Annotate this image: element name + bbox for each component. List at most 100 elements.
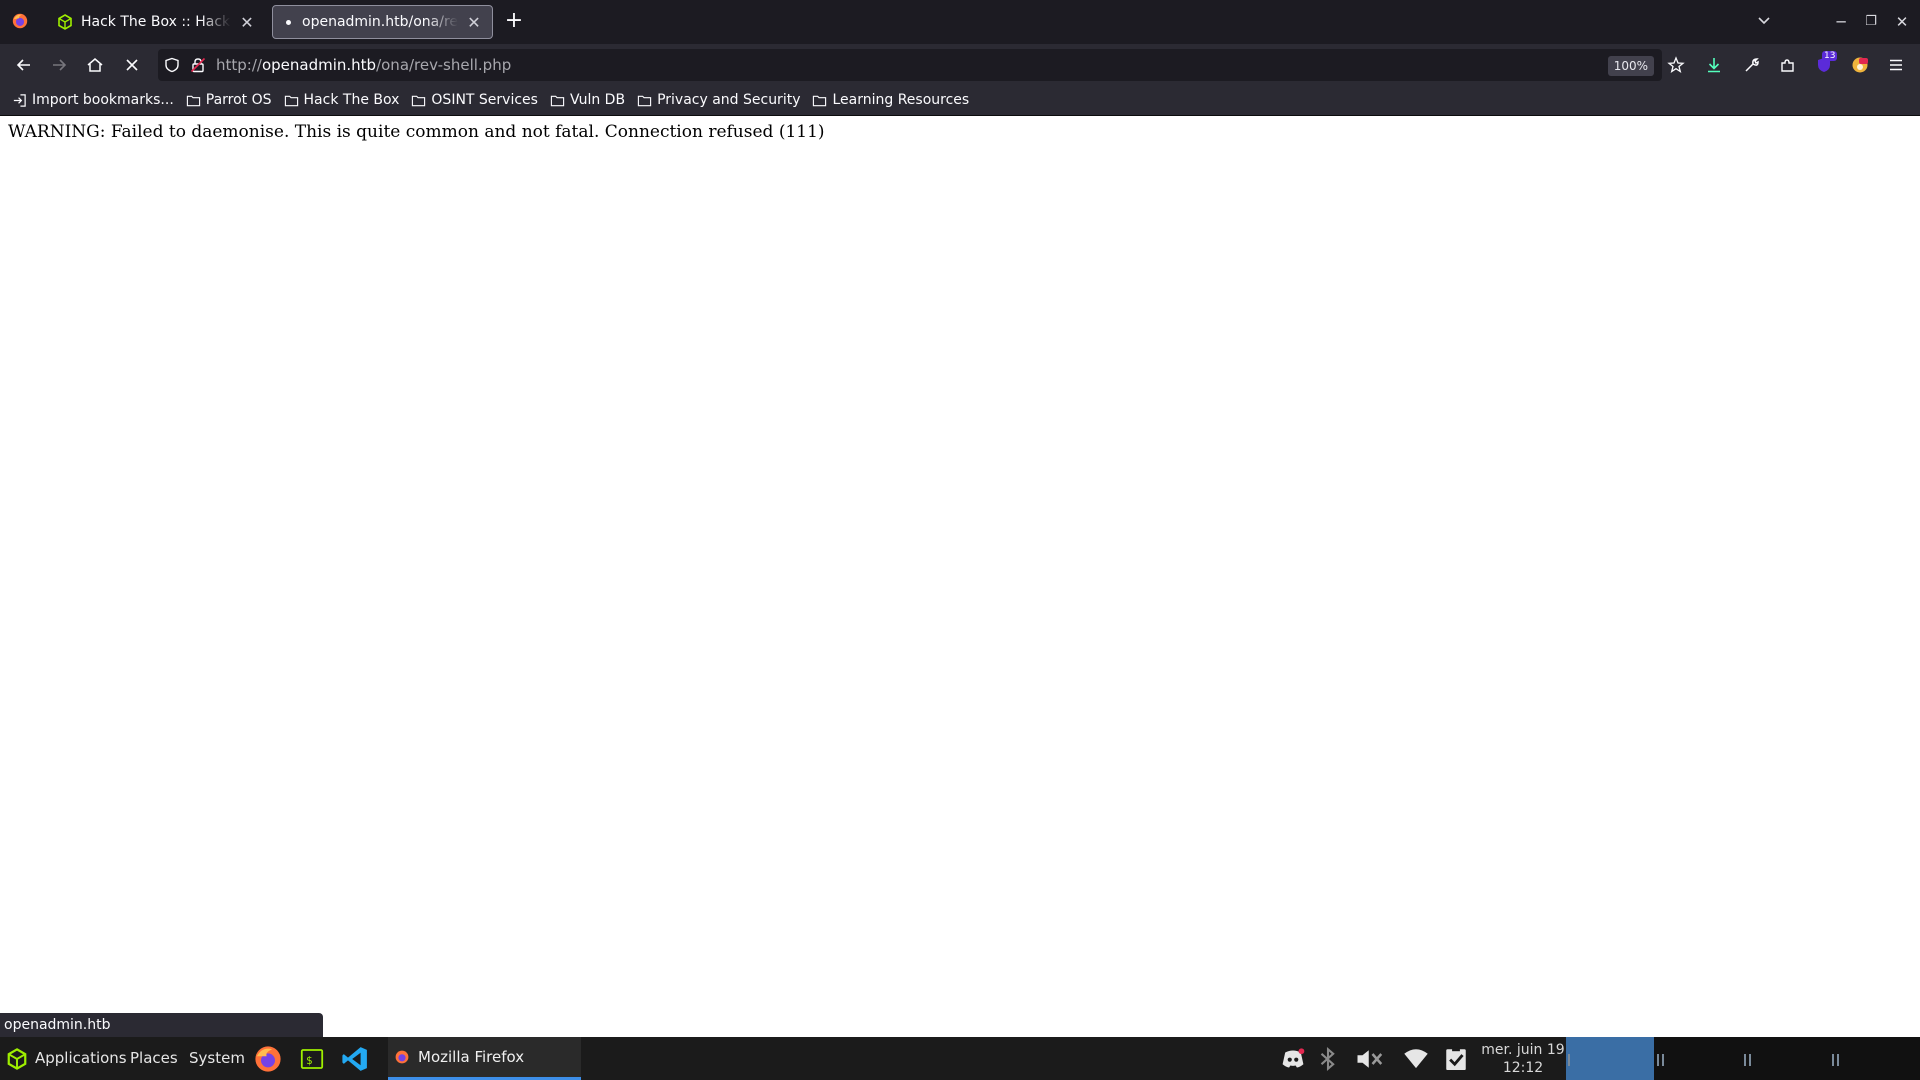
download-icon (1708, 58, 1720, 73)
bookmark-star-button[interactable] (1664, 53, 1688, 77)
workspace-window-marker (1662, 1054, 1664, 1066)
tracking-protection-shield-icon[interactable] (164, 57, 180, 73)
bookmark-label: Vuln DB (569, 92, 626, 108)
stop-loading-icon (126, 59, 138, 71)
bookmark-label: OSINT Services (431, 92, 538, 108)
daemonise-warning-text: WARNING: Failed to daemonise. This is qu… (8, 122, 825, 142)
task-checklist-tray-icon[interactable] (1443, 1045, 1469, 1073)
url-scheme: http:// (216, 56, 262, 74)
page-content: WARNING: Failed to daemonise. This is qu… (0, 116, 1920, 1037)
avatar-icon (1852, 57, 1868, 73)
extension-badge: 13 (1822, 51, 1838, 61)
bookmark-label: Learning Resources (832, 92, 970, 108)
home-button[interactable] (83, 53, 107, 77)
folder-icon (284, 95, 298, 106)
bookmark-folder-hack-the-box[interactable]: Hack The Box (284, 92, 400, 108)
clock-time: 12:12 (1502, 1060, 1544, 1076)
workspace-2[interactable] (1654, 1037, 1742, 1080)
clock-date: mer. juin 19 (1481, 1042, 1565, 1058)
workspace-window-marker (1749, 1054, 1751, 1066)
star-icon (1667, 56, 1685, 73)
clock[interactable]: mer. juin 19 12:12 (1478, 1041, 1568, 1077)
system-menu[interactable]: System (189, 1049, 245, 1067)
folder-icon (637, 95, 652, 106)
parrot-cube-icon[interactable] (6, 1048, 28, 1070)
bookmark-label: Hack The Box (303, 92, 400, 108)
stop-button[interactable] (120, 53, 144, 77)
close-tab-icon[interactable]: ✕ (466, 13, 482, 32)
url-bar[interactable]: http://openadmin.htb/ona/rev-shell.php 1… (158, 49, 1662, 81)
bluetooth-tray-icon[interactable] (1315, 1046, 1341, 1072)
back-button[interactable] (12, 53, 36, 77)
downloads-button[interactable] (1702, 53, 1726, 77)
list-all-tabs-icon[interactable] (1756, 13, 1772, 29)
close-window-icon[interactable]: ✕ (1892, 12, 1912, 32)
firefox-icon (395, 1050, 409, 1064)
bookmark-folder-vuln-db[interactable]: Vuln DB (550, 92, 625, 108)
folder-icon (186, 95, 200, 106)
forward-arrow-icon (53, 59, 67, 71)
minimize-icon[interactable]: ─ (1831, 12, 1851, 32)
new-tab-button[interactable]: + (502, 10, 526, 34)
workspace-window-marker (1568, 1054, 1570, 1066)
workspace-3[interactable] (1742, 1037, 1830, 1080)
forward-button[interactable] (47, 53, 71, 77)
workspace-window-marker (1837, 1054, 1839, 1066)
bookmark-import[interactable]: Import bookmarks... (12, 92, 174, 108)
vscode-launcher-icon[interactable] (341, 1045, 369, 1073)
tab-title: Hack The Box :: Hack The Box (81, 14, 231, 30)
url-text[interactable]: http://openadmin.htb/ona/rev-shell.php (216, 49, 511, 81)
navigation-toolbar: http://openadmin.htb/ona/rev-shell.php 1… (0, 44, 1920, 85)
bookmark-folder-learning-resources[interactable]: Learning Resources (812, 92, 969, 108)
wrench-icon (1745, 58, 1759, 72)
taskbar-window-firefox[interactable]: Mozilla Firefox (388, 1037, 581, 1080)
close-tab-icon[interactable]: ✕ (239, 13, 255, 32)
bookmarks-toolbar: Import bookmarks... Parrot OS Hack The B… (0, 85, 1920, 116)
status-link-preview: openadmin.htb (0, 1013, 323, 1037)
hackthebox-cube-icon (58, 14, 72, 30)
places-menu[interactable]: Places (130, 1049, 178, 1067)
back-arrow-icon (16, 59, 30, 71)
loading-indicator-icon (286, 19, 291, 25)
discord-tray-icon[interactable] (1280, 1046, 1306, 1072)
bookmark-folder-privacy-and-security[interactable]: Privacy and Security (637, 92, 800, 108)
bookmark-folder-parrot-os[interactable]: Parrot OS (186, 92, 272, 108)
bookmark-folder-osint-services[interactable]: OSINT Services (411, 92, 538, 108)
firefox-launcher-icon[interactable] (254, 1045, 282, 1073)
import-icon (13, 93, 26, 107)
wifi-tray-icon[interactable] (1402, 1046, 1430, 1072)
restore-icon[interactable]: ❐ (1861, 12, 1881, 32)
zoom-level-button[interactable]: 100% (1607, 56, 1654, 76)
workspace-4[interactable] (1830, 1037, 1918, 1080)
tab-rev-shell[interactable]: openadmin.htb/ona/rev-shell.php ✕ (272, 5, 493, 39)
url-path: /ona/rev-shell.php (376, 56, 512, 74)
tab-title: openadmin.htb/ona/rev-shell.php (302, 14, 458, 30)
account-avatar-button[interactable] (1848, 53, 1872, 77)
folder-icon (550, 95, 565, 106)
extensions-button[interactable] (1776, 53, 1800, 77)
dev-tools-button[interactable] (1740, 53, 1764, 77)
bookmark-label: Privacy and Security (657, 92, 801, 108)
insecure-connection-lock-icon[interactable] (190, 57, 206, 73)
terminal-launcher-icon[interactable]: $ (300, 1047, 324, 1071)
workspace-1[interactable] (1566, 1037, 1654, 1080)
volume-muted-tray-icon[interactable] (1355, 1046, 1385, 1072)
window-title: Mozilla Firefox (418, 1048, 525, 1066)
home-icon (87, 58, 103, 72)
tab-hackthebox[interactable]: Hack The Box :: Hack The Box ✕ (47, 5, 265, 39)
folder-icon (412, 95, 426, 106)
url-host: openadmin.htb (261, 56, 377, 74)
firefox-menu-icon[interactable] (11, 12, 29, 30)
extension-shield-button[interactable]: 13 (1812, 51, 1838, 77)
bookmark-label: Parrot OS (205, 92, 272, 108)
folder-icon (813, 95, 827, 106)
applications-menu[interactable]: Applications (35, 1049, 127, 1067)
desktop-taskbar: Applications Places System $ Mozilla Fir… (0, 1037, 1920, 1080)
workspace-window-marker (1744, 1054, 1746, 1066)
workspace-window-marker (1832, 1054, 1834, 1066)
workspace-switcher (1566, 1037, 1920, 1080)
app-menu-button[interactable] (1884, 53, 1908, 77)
svg-text:$: $ (306, 1054, 313, 1067)
bookmark-label: Import bookmarks... (32, 92, 174, 108)
hamburger-menu-icon (1890, 59, 1902, 71)
